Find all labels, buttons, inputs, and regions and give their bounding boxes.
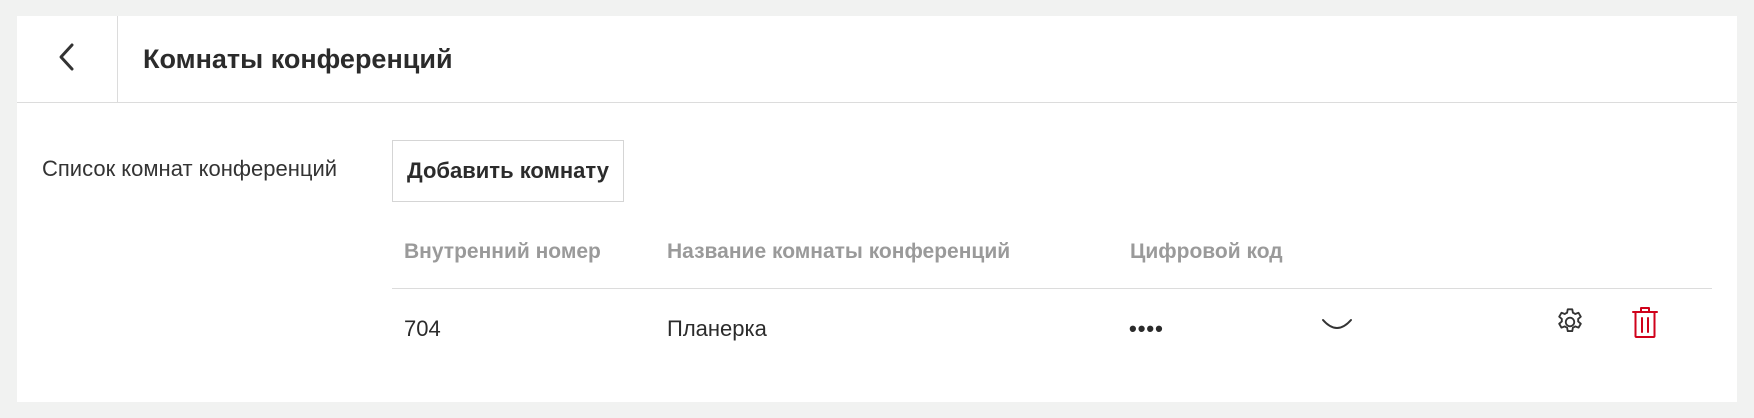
room-name: Планерка [667, 316, 767, 341]
table-divider [392, 288, 1712, 289]
gear-icon [1554, 306, 1586, 343]
add-room-button[interactable]: Добавить комнату [392, 140, 624, 202]
delete-room-button[interactable] [1627, 306, 1663, 342]
trash-icon [1631, 305, 1659, 344]
page-title: Комнаты конференций [143, 43, 453, 74]
column-header-name: Название комнаты конференций [667, 240, 1011, 263]
conference-rooms-panel: Комнаты конференций Список комнат конфер… [17, 16, 1737, 402]
column-header-number: Внутренний номер [404, 240, 601, 263]
column-header-code: Цифровой код [1130, 240, 1283, 263]
back-button[interactable] [17, 16, 118, 102]
reveal-code-button[interactable] [1320, 311, 1354, 341]
room-code: •••• [1129, 316, 1164, 341]
page-header: Комнаты конференций [17, 16, 1737, 103]
chevron-left-icon [57, 42, 77, 77]
eye-closed-icon [1320, 314, 1354, 339]
room-settings-button[interactable] [1552, 306, 1588, 342]
section-label: Список комнат конференций [42, 156, 338, 181]
room-number: 704 [404, 316, 441, 341]
